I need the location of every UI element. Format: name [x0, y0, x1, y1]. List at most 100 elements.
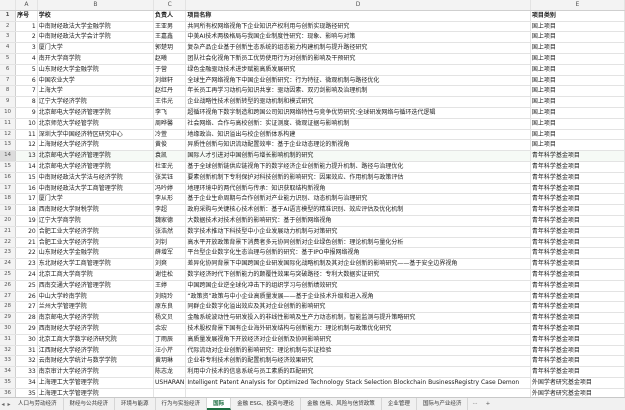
- table-cell[interactable]: 19: [15, 215, 38, 227]
- table-cell[interactable]: 23: [15, 258, 38, 270]
- row-number[interactable]: 13: [0, 139, 17, 152]
- table-cell[interactable]: 18: [15, 204, 38, 216]
- table-cell[interactable]: 27: [15, 301, 38, 314]
- table-cell[interactable]: 31: [15, 345, 38, 357]
- table-cell[interactable]: 张芙钰: [153, 172, 187, 184]
- row-number[interactable]: 20: [0, 215, 17, 227]
- table-cell[interactable]: 数字技术推动下科技型中小企业发展动力机制与对策研究: [185, 226, 531, 238]
- header-cell-leader[interactable]: 负责人: [153, 10, 187, 22]
- row-number[interactable]: 2: [0, 21, 17, 33]
- table-cell[interactable]: 32: [15, 355, 38, 368]
- row-number[interactable]: 28: [0, 301, 17, 314]
- sheet-tab[interactable]: 金融 ESG、投资与理论: [231, 398, 302, 410]
- table-cell[interactable]: 中南财经政法大学会计学院: [37, 31, 155, 44]
- table-cell[interactable]: 上海理工大学管理学院: [37, 377, 155, 389]
- table-cell[interactable]: 5: [15, 64, 38, 76]
- table-cell[interactable]: 外国学者研究基金项目: [530, 388, 625, 397]
- row-number[interactable]: 12: [0, 129, 17, 141]
- table-cell[interactable]: 33: [15, 366, 38, 378]
- table-cell[interactable]: 29: [15, 323, 38, 335]
- sheet-tab[interactable]: 环境与能源: [115, 398, 156, 410]
- table-cell[interactable]: [153, 388, 187, 397]
- table-cell[interactable]: 谢佳松: [153, 269, 187, 281]
- table-cell[interactable]: 国上项目: [530, 53, 625, 65]
- row-number[interactable]: 5: [0, 53, 17, 65]
- table-cell[interactable]: 深圳大学中国经济特区研究中心: [37, 129, 155, 141]
- table-cell[interactable]: 异质性创新与知识流动配置效率：基于企业动态理论的新视角: [185, 139, 531, 152]
- table-cell[interactable]: 数字经济时代下创新能力的颠覆性效果与突破路径：专利大数据实证研究: [185, 269, 531, 281]
- table-cell[interactable]: 青年科学基金项目: [530, 366, 625, 378]
- table-cell[interactable]: 云南财经大学统计与数学学院: [37, 355, 155, 368]
- table-cell[interactable]: 北京邮电大学经济管理学院: [37, 150, 155, 162]
- table-cell[interactable]: 薛增军: [153, 247, 187, 260]
- table-cell[interactable]: 南京审计大学经济学院: [37, 366, 155, 378]
- table-cell[interactable]: “政策资”政策与中小企业高质量发展——基于企业技术升级和进入视角: [185, 291, 531, 303]
- header-cell-num[interactable]: 序号: [15, 10, 38, 22]
- table-cell[interactable]: 南京邮电大学经济学院: [37, 312, 155, 324]
- row-number[interactable]: 21: [0, 226, 17, 238]
- table-cell[interactable]: 6: [15, 75, 38, 87]
- table-cell[interactable]: 青年科学基金项目: [530, 193, 625, 206]
- table-cell[interactable]: 丁雨辰: [153, 334, 187, 346]
- table-cell[interactable]: 厦门大学: [37, 193, 155, 206]
- table-cell[interactable]: 厦门大学: [37, 42, 155, 54]
- row-number[interactable]: 23: [0, 247, 17, 260]
- table-cell[interactable]: 杜亚光: [153, 161, 187, 173]
- table-cell[interactable]: 企业战略性技术创新转型的驱动机制和模式研究: [185, 96, 531, 108]
- column-header-a[interactable]: A: [15, 0, 38, 11]
- table-cell[interactable]: 青年科学基金项目: [530, 204, 625, 216]
- table-cell[interactable]: 国上项目: [530, 31, 625, 44]
- column-header-b[interactable]: B: [37, 0, 155, 11]
- table-cell[interactable]: 团队社会化视角下新员工优势使用行为对创新的影响及干预研究: [185, 53, 531, 65]
- column-header-d[interactable]: D: [185, 0, 531, 11]
- row-number[interactable]: 11: [0, 118, 17, 130]
- table-cell[interactable]: 青年科学基金项目: [530, 258, 625, 270]
- table-cell[interactable]: 30: [15, 334, 38, 346]
- row-number[interactable]: 27: [0, 291, 17, 303]
- table-cell[interactable]: 复杂产品企业基于创新生态系统的组态能力构建机制与提升路径研究: [185, 42, 531, 54]
- table-cell[interactable]: Intelligent Patent Analysis for Optimize…: [185, 377, 531, 389]
- table-cell[interactable]: 2: [15, 31, 38, 44]
- table-cell[interactable]: 中南财经政法大学工商管理学院: [37, 183, 155, 195]
- row-number[interactable]: 36: [0, 388, 17, 397]
- table-cell[interactable]: 企业非专利技术创新的配置机制与经济效果研究: [185, 355, 531, 368]
- table-cell[interactable]: 辽宁大学商学院: [37, 215, 155, 227]
- table-cell[interactable]: 利用中介技术的信息系统与员工素质的匹配研究: [185, 366, 531, 378]
- table-cell[interactable]: 青年科学基金项目: [530, 334, 625, 346]
- table-cell[interactable]: 王嘉鑫: [153, 31, 187, 44]
- table-cell[interactable]: 社会网络、合作与高校创新：实证测度、微观证据与影响机制: [185, 118, 531, 130]
- table-cell[interactable]: 青年科学基金项目: [530, 280, 625, 292]
- row-number[interactable]: 7: [0, 75, 17, 87]
- spreadsheet-sheet[interactable]: A B C D E 1 序号 学校 负责人 项目名称 项目类别 2 1 中南财经政法大学金融学院 王亚男 共同…: [0, 0, 625, 397]
- table-cell[interactable]: 要素创新机制下专利保护对科技创新的影响研究：因果效应、作用机制与政策评估: [185, 172, 531, 184]
- table-cell[interactable]: 11: [15, 129, 38, 141]
- table-cell[interactable]: 刘继轩: [153, 75, 187, 87]
- table-cell[interactable]: 年长员工再学习动机与知识共享：驱动因素、双刃剑影响及治理机制: [185, 85, 531, 98]
- table-cell[interactable]: 国上项目: [530, 42, 625, 54]
- sheet-tab[interactable]: 行为与实验经济: [156, 398, 208, 410]
- table-cell[interactable]: 1: [15, 21, 38, 33]
- column-header-c[interactable]: C: [153, 0, 187, 11]
- table-cell[interactable]: USHARAN: [153, 377, 187, 389]
- table-cell[interactable]: 13: [15, 150, 38, 162]
- table-cell[interactable]: 李超: [153, 204, 187, 216]
- row-number[interactable]: 29: [0, 312, 17, 324]
- table-cell[interactable]: 上海理工大学管理学院: [37, 388, 155, 397]
- table-cell[interactable]: 高水平开放政策背景下消费者多元协同创新对企业绿色创新：理论机制与量化分析: [185, 237, 531, 249]
- table-cell[interactable]: 基于企业生命周期与合作创新对产业能力识别、动态机制与治理研究: [185, 193, 531, 206]
- table-cell[interactable]: 王婷: [153, 280, 187, 292]
- table-cell[interactable]: 外国学者研究基金项目: [530, 377, 625, 389]
- table-cell[interactable]: 北京邮电大学经济管理学院: [37, 161, 155, 173]
- table-cell[interactable]: 国际人才引进对中国创新与增长影响机制的研究: [185, 150, 531, 162]
- table-cell[interactable]: 28: [15, 312, 38, 324]
- table-cell[interactable]: 陈志龙: [153, 366, 187, 378]
- table-cell[interactable]: 北京工商大学数字经济研究院: [37, 334, 155, 346]
- sheet-tab[interactable]: 金融 信用、风险与信贷政策: [301, 398, 382, 410]
- table-cell[interactable]: 10: [15, 118, 38, 130]
- table-cell[interactable]: 20: [15, 226, 38, 238]
- row-number[interactable]: 18: [0, 193, 17, 206]
- table-cell[interactable]: 山东财经大学金融学院: [37, 247, 155, 260]
- table-cell[interactable]: 杨文贝: [153, 312, 187, 324]
- table-cell[interactable]: 绿色金融驱动技术进步赋能高质发展研究: [185, 64, 531, 76]
- table-cell[interactable]: 共同所有权网络视角下企业知识产权利用与创新实现路径研究: [185, 21, 531, 33]
